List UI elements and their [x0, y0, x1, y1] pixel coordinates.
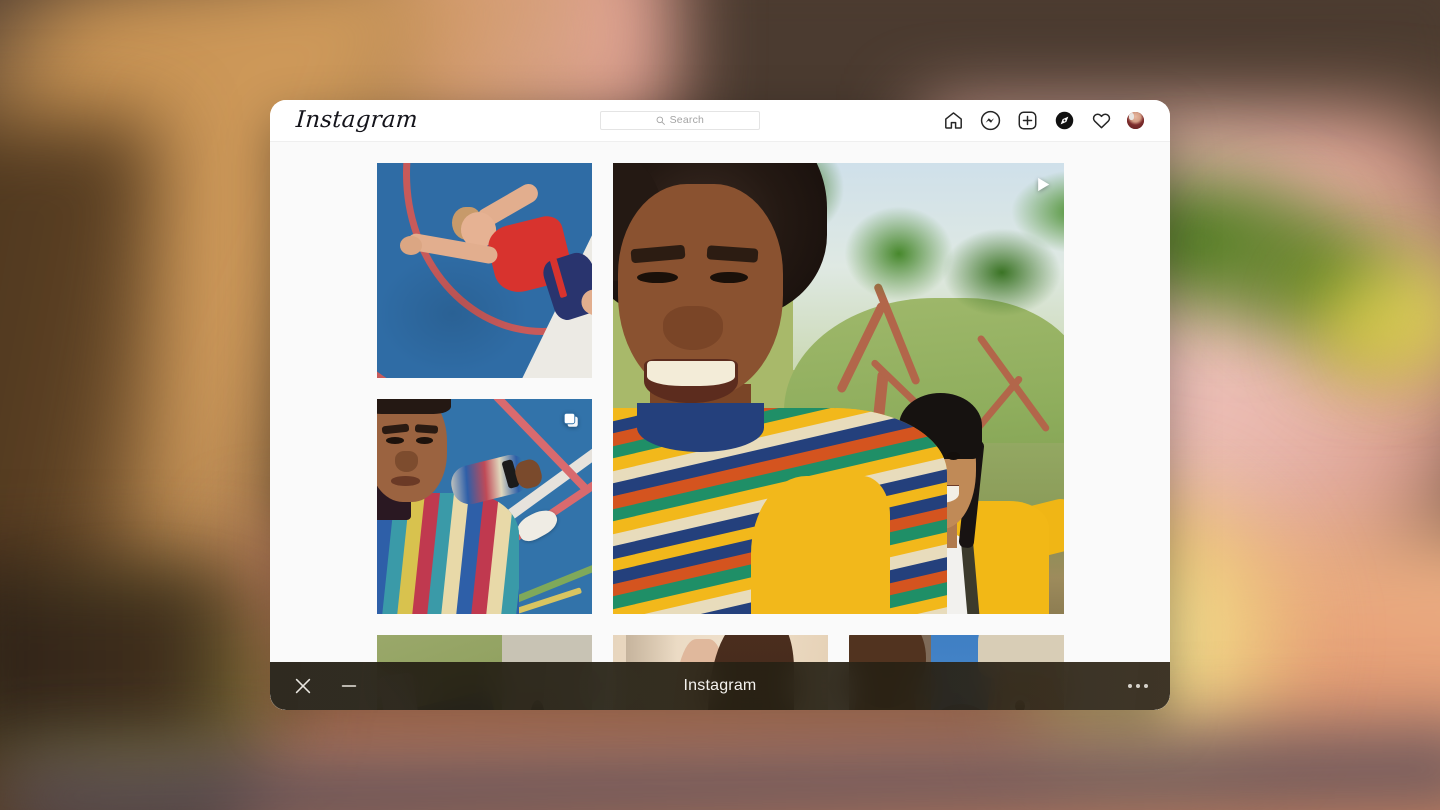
- more-dot-2: [1136, 684, 1140, 688]
- window-control-bar: Instagram: [270, 662, 1170, 710]
- instagram-app-window[interactable]: Instagram Search: [270, 100, 1170, 710]
- search-placeholder: Search: [670, 115, 704, 126]
- profile-avatar[interactable]: [1127, 112, 1144, 129]
- search-container: Search: [418, 111, 942, 130]
- post-3-artwork: [377, 399, 592, 614]
- search-input[interactable]: Search: [600, 111, 760, 130]
- close-icon[interactable]: [292, 675, 314, 697]
- post-2-person-left: [613, 163, 884, 614]
- more-dot-1: [1128, 684, 1132, 688]
- header-nav-icons: [942, 110, 1144, 132]
- grid-post-2[interactable]: [613, 163, 1064, 614]
- instagram-header: Instagram Search: [270, 100, 1170, 142]
- window-control-left-group: [292, 675, 360, 697]
- more-dot-3: [1144, 684, 1148, 688]
- grid-post-3[interactable]: [377, 399, 592, 614]
- post-1-artwork: [377, 163, 592, 378]
- feed-scroll-area[interactable]: [270, 143, 1170, 710]
- messenger-icon[interactable]: [979, 110, 1001, 132]
- new-post-icon[interactable]: [1016, 110, 1038, 132]
- home-icon[interactable]: [942, 110, 964, 132]
- search-icon: [656, 116, 665, 125]
- window-title: Instagram: [270, 677, 1170, 695]
- grid-post-1[interactable]: [377, 163, 592, 378]
- background-shape-dark-bottom-left: [0, 560, 300, 760]
- instagram-logo[interactable]: Instagram: [295, 109, 418, 132]
- activity-heart-icon[interactable]: [1090, 110, 1112, 132]
- more-options-icon[interactable]: [1128, 684, 1148, 688]
- photo-grid: [270, 143, 1170, 710]
- minimize-icon[interactable]: [338, 675, 360, 697]
- avatar-highlight: [1129, 113, 1134, 120]
- explore-icon[interactable]: [1053, 110, 1075, 132]
- app-body: Instagram Search: [270, 100, 1170, 710]
- post-2-artwork: [613, 163, 1064, 614]
